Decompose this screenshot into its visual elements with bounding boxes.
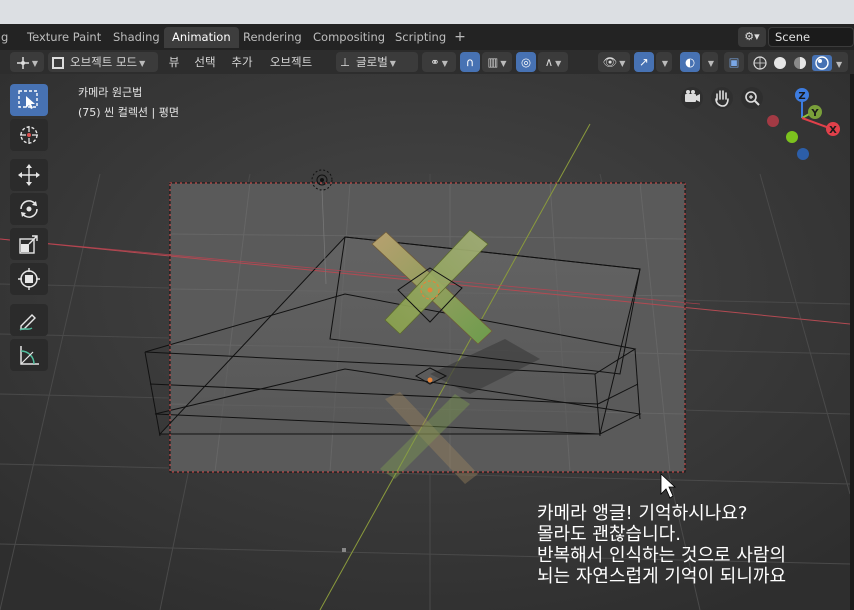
magnet-icon: ∩ <box>465 55 475 69</box>
measure-icon <box>20 346 39 365</box>
axes-icon <box>16 56 29 69</box>
select-box-icon <box>18 90 38 109</box>
orientation-icon: ⊥ <box>340 55 351 69</box>
tab-animation[interactable]: Animation <box>164 27 239 48</box>
caption-line: 반복해서 인식하는 것으로 사람의 <box>537 545 787 566</box>
3d-viewport[interactable]: 카메라 원근법 (75) 씬 컬렉션 | 평면 Y Z X 카메라 앵글! 기억… <box>0 74 850 610</box>
editor-border <box>850 74 854 610</box>
gizmo-icon: ↗ <box>639 55 649 69</box>
tab-sculpting[interactable]: g <box>0 27 16 48</box>
measure-tool[interactable] <box>10 339 48 371</box>
object-mode-icon <box>52 56 64 69</box>
window-title-strip <box>0 0 854 24</box>
falloff-curve-icon: ∧ <box>544 55 554 69</box>
xray-icon: ▣ <box>728 55 740 69</box>
move-icon <box>18 164 40 186</box>
svg-text:▼: ▼ <box>836 60 843 69</box>
tab-texture-paint[interactable]: Texture Paint <box>19 27 109 48</box>
neg-y-axis-handle[interactable] <box>786 131 798 143</box>
solid-shading-icon[interactable] <box>774 56 786 69</box>
xray-toggle[interactable]: ▣ <box>724 52 744 72</box>
mode-dropdown[interactable]: 오브젝트 모드 ▼ <box>48 52 158 72</box>
neg-x-axis-handle[interactable] <box>767 115 779 127</box>
cursor-tool[interactable] <box>10 119 48 151</box>
tab-compositing[interactable]: Compositing <box>305 27 393 48</box>
overlays-toggle[interactable]: ◐ <box>680 52 700 72</box>
navigation-buttons <box>681 87 763 109</box>
transform-icon <box>18 268 40 290</box>
snap-toggle[interactable]: ∩ <box>460 52 480 72</box>
select-box-tool[interactable] <box>10 84 48 116</box>
scale-tool[interactable] <box>10 228 48 260</box>
workspace-tabs: g Texture Paint Shading Animation Render… <box>0 24 854 50</box>
view-name-label: 카메라 원근법 <box>78 86 143 99</box>
pan-hand-icon[interactable] <box>711 87 733 109</box>
menu-select[interactable]: 선택 <box>190 52 220 72</box>
move-tool[interactable] <box>10 159 48 191</box>
shading-modes: ▼ <box>748 52 848 72</box>
caption-line: 카메라 앵글! 기억하시나요? <box>537 503 748 524</box>
scene-selector-icon[interactable]: ⚙▾ <box>738 27 766 47</box>
gizmo-toggle[interactable]: ↗ <box>634 52 654 72</box>
snap-increment-icon: ▥ <box>487 55 499 69</box>
falloff-dropdown[interactable]: ∧ ▼ <box>538 52 568 72</box>
tab-scripting[interactable]: Scripting <box>387 27 454 48</box>
visibility-dropdown[interactable]: 👁 ▼ <box>598 52 630 72</box>
tab-rendering[interactable]: Rendering <box>235 27 310 48</box>
tab-shading[interactable]: Shading <box>105 27 168 48</box>
transform-tool[interactable] <box>10 263 48 295</box>
subtitle-caption: 카메라 앵글! 기억하시나요? 몰라도 괜찮습니다. 반복해서 인식하는 것으로… <box>537 503 849 587</box>
y-axis-label: Y <box>810 108 819 119</box>
scene-name-field[interactable]: Scene <box>768 27 854 47</box>
menu-view[interactable]: 뷰 <box>162 52 186 72</box>
annotate-tool[interactable] <box>10 304 48 336</box>
gizmo-dropdown[interactable]: ▼ <box>656 52 672 72</box>
overlays-dropdown[interactable]: ▼ <box>702 52 718 72</box>
material-shading-icon[interactable] <box>794 56 806 69</box>
orientation-label: 글로벌 <box>356 55 388 69</box>
menu-object[interactable]: 오브젝트 <box>264 52 318 72</box>
cursor-icon <box>20 126 38 144</box>
add-workspace-button[interactable]: + <box>452 28 468 46</box>
rotate-tool[interactable] <box>10 193 48 225</box>
proportional-edit-icon: ◎ <box>520 55 532 69</box>
pivot-point-dropdown[interactable]: ⚭ ▼ <box>422 52 456 72</box>
neg-z-axis-handle[interactable] <box>797 148 809 160</box>
rotate-icon <box>20 200 38 218</box>
x-axis-label: X <box>829 125 837 136</box>
camera-view-icon[interactable] <box>681 87 703 109</box>
overlays-icon: ◐ <box>684 55 696 69</box>
editor-type-button[interactable]: ▼ <box>10 52 44 72</box>
snap-target-dropdown[interactable]: ▥ ▼ <box>482 52 512 72</box>
caption-line: 몰라도 괜찮습니다. <box>537 524 681 545</box>
eye-icon: 👁 <box>602 55 618 69</box>
scale-icon <box>19 235 38 254</box>
pencil-icon <box>19 314 36 331</box>
collection-info-label: (75) 씬 컬렉션 | 평면 <box>78 106 179 119</box>
caption-line: 뇌는 자연스럽게 기억이 되니까요 <box>537 566 787 587</box>
mode-label: 오브젝트 모드 <box>70 55 138 69</box>
proportional-edit-toggle[interactable]: ◎ <box>516 52 536 72</box>
pivot-icon: ⚭ <box>430 55 440 69</box>
navigation-gizmo[interactable]: Y Z X <box>760 84 844 164</box>
wireframe-shading-icon[interactable] <box>753 55 767 70</box>
z-axis-label: Z <box>798 91 805 102</box>
viewport-header: ▼ 오브젝트 모드 ▼ 뷰 선택 추가 오브젝트 ⊥ 글로벌 ▼ ⚭ ▼ ∩ ▥ ▼ ◎ … <box>0 50 854 74</box>
transform-orientation-dropdown[interactable]: ⊥ 글로벌 ▼ <box>336 52 418 72</box>
menu-add[interactable]: 추가 <box>226 52 258 72</box>
